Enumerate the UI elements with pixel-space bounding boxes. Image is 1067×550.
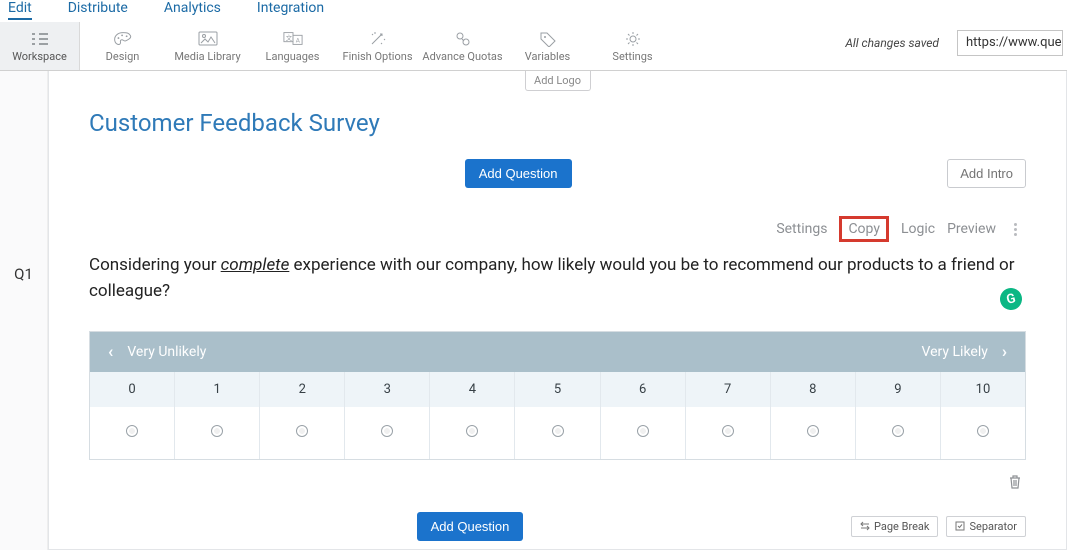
add-intro-button[interactable]: Add Intro bbox=[947, 159, 1026, 188]
add-question-button-bottom[interactable]: Add Question bbox=[417, 512, 524, 541]
radio-icon bbox=[211, 425, 223, 437]
scale-num-7: 7 bbox=[686, 372, 771, 407]
nav-distribute[interactable]: Distribute bbox=[68, 0, 128, 16]
scale-num-3: 3 bbox=[345, 372, 430, 407]
page-break-label: Page Break bbox=[874, 520, 929, 533]
q-text-em: complete bbox=[221, 255, 290, 275]
scale-high-label[interactable]: Very Likely bbox=[922, 344, 988, 360]
nav-edit[interactable]: Edit bbox=[8, 0, 32, 20]
q-preview[interactable]: Preview bbox=[947, 221, 996, 237]
scale-radio-0[interactable] bbox=[90, 407, 175, 459]
scale-radio-7[interactable] bbox=[686, 407, 771, 459]
radio-icon bbox=[466, 425, 478, 437]
q-settings[interactable]: Settings bbox=[776, 221, 827, 237]
tb-finish-label: Finish Options bbox=[342, 50, 412, 63]
separator-button[interactable]: Separator bbox=[946, 516, 1026, 537]
tb-languages[interactable]: 文A Languages bbox=[250, 22, 335, 70]
scale-low-label[interactable]: Very Unlikely bbox=[127, 344, 206, 360]
q-copy[interactable]: Copy bbox=[839, 216, 889, 242]
radio-icon bbox=[637, 425, 649, 437]
tb-design-label: Design bbox=[106, 50, 140, 63]
question-gutter: Q1 bbox=[0, 71, 48, 550]
tb-variables-label: Variables bbox=[525, 50, 571, 63]
tb-quotas-label: Advance Quotas bbox=[422, 50, 502, 63]
radio-icon bbox=[722, 425, 734, 437]
add-question-button[interactable]: Add Question bbox=[465, 159, 572, 188]
nav-integration[interactable]: Integration bbox=[257, 0, 324, 16]
scale-num-6: 6 bbox=[601, 372, 686, 407]
radio-icon bbox=[126, 425, 138, 437]
radio-icon bbox=[296, 425, 308, 437]
scale-radio-10[interactable] bbox=[941, 407, 1025, 459]
trash-icon[interactable] bbox=[1008, 474, 1022, 490]
gear-icon bbox=[623, 30, 643, 48]
languages-icon: 文A bbox=[283, 30, 303, 48]
tb-finish[interactable]: Finish Options bbox=[335, 22, 420, 70]
scale-num-8: 8 bbox=[771, 372, 856, 407]
tb-languages-label: Languages bbox=[266, 50, 320, 63]
nps-scale: ‹ Very Unlikely Very Likely › 0123456789… bbox=[89, 331, 1026, 460]
scale-radio-8[interactable] bbox=[771, 407, 856, 459]
question-text[interactable]: Considering your complete experience wit… bbox=[89, 252, 1026, 305]
scale-num-9: 9 bbox=[856, 372, 941, 407]
scale-num-5: 5 bbox=[515, 372, 600, 407]
radio-icon bbox=[381, 425, 393, 437]
scale-radio-5[interactable] bbox=[515, 407, 600, 459]
chevron-left-icon[interactable]: ‹ bbox=[102, 342, 119, 362]
page-break-icon bbox=[860, 521, 870, 531]
page-break-button[interactable]: Page Break bbox=[851, 516, 938, 537]
tb-workspace[interactable]: Workspace bbox=[0, 22, 80, 70]
scale-radio-6[interactable] bbox=[601, 407, 686, 459]
q-logic[interactable]: Logic bbox=[901, 221, 935, 237]
tb-quotas[interactable]: Advance Quotas bbox=[420, 22, 505, 70]
chevron-right-icon[interactable]: › bbox=[996, 342, 1013, 362]
question-id: Q1 bbox=[14, 265, 33, 283]
scale-num-4: 4 bbox=[430, 372, 515, 407]
separator-label: Separator bbox=[969, 520, 1017, 533]
tb-settings-label: Settings bbox=[612, 50, 652, 63]
radio-icon bbox=[892, 425, 904, 437]
tb-design[interactable]: Design bbox=[80, 22, 165, 70]
scale-radio-1[interactable] bbox=[175, 407, 260, 459]
scale-radio-2[interactable] bbox=[260, 407, 345, 459]
svg-text:A: A bbox=[295, 37, 300, 45]
quota-icon bbox=[453, 30, 473, 48]
save-status: All changes saved bbox=[845, 36, 939, 50]
q-text-pre: Considering your bbox=[89, 255, 221, 275]
wand-icon bbox=[368, 30, 388, 48]
scale-radio-9[interactable] bbox=[856, 407, 941, 459]
radio-icon bbox=[807, 425, 819, 437]
image-icon bbox=[198, 30, 218, 48]
tb-media-label: Media Library bbox=[174, 50, 240, 63]
tag-icon bbox=[538, 30, 558, 48]
url-input[interactable]: https://www.questi bbox=[957, 30, 1063, 56]
scale-num-2: 2 bbox=[260, 372, 345, 407]
radio-icon bbox=[977, 425, 989, 437]
tb-media[interactable]: Media Library bbox=[165, 22, 250, 70]
scale-radio-3[interactable] bbox=[345, 407, 430, 459]
survey-title[interactable]: Customer Feedback Survey bbox=[49, 91, 1066, 151]
palette-icon bbox=[113, 30, 133, 48]
separator-icon bbox=[955, 521, 965, 531]
scale-num-10: 10 bbox=[941, 372, 1025, 407]
tb-settings[interactable]: Settings bbox=[590, 22, 675, 70]
radio-icon bbox=[552, 425, 564, 437]
svg-text:文: 文 bbox=[285, 33, 292, 42]
q-more-icon[interactable] bbox=[1008, 223, 1022, 236]
add-logo-button[interactable]: Add Logo bbox=[525, 71, 591, 91]
workspace-icon bbox=[30, 30, 50, 48]
tb-variables[interactable]: Variables bbox=[505, 22, 590, 70]
scale-radio-4[interactable] bbox=[430, 407, 515, 459]
tb-workspace-label: Workspace bbox=[12, 50, 67, 63]
scale-num-0: 0 bbox=[90, 372, 175, 407]
scale-num-1: 1 bbox=[175, 372, 260, 407]
nav-analytics[interactable]: Analytics bbox=[164, 0, 221, 16]
